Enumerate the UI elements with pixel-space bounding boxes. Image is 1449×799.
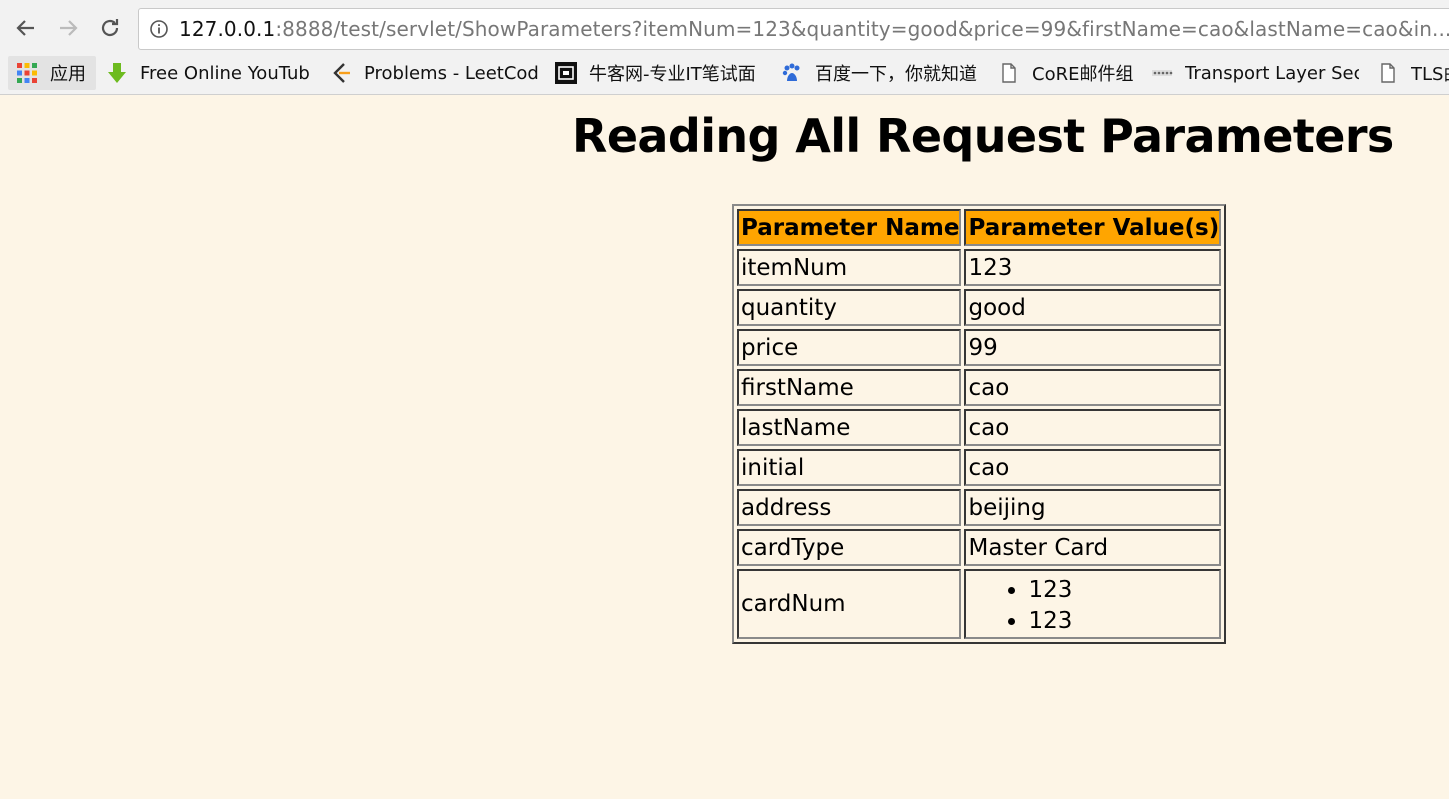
- download-arrow-icon: [106, 62, 128, 84]
- forward-arrow-icon: [60, 20, 78, 36]
- bookmark-baidu[interactable]: 百度一下，你就知道: [781, 56, 983, 90]
- address-bar[interactable]: 127.0.0.1:8888/test/servlet/ShowParamete…: [138, 8, 1449, 50]
- table-header-row: Parameter Name Parameter Value(s): [737, 209, 1222, 246]
- table-row: firstName cao: [737, 369, 1222, 406]
- param-value: Master Card: [964, 529, 1222, 566]
- page-content: Reading All Request Parameters Parameter…: [0, 95, 1449, 799]
- page-title: Reading All Request Parameters: [572, 109, 1394, 163]
- param-value: beijing: [964, 489, 1222, 526]
- bookmark-youtube-download[interactable]: Free Online YouTub: [106, 56, 312, 90]
- bookmark-nowcoder[interactable]: 牛客网-专业IT笔试面: [555, 56, 765, 90]
- bookmark-label: 百度一下，你就知道: [815, 64, 977, 85]
- browser-chrome: 127.0.0.1:8888/test/servlet/ShowParamete…: [0, 0, 1449, 95]
- table-row: cardType Master Card: [737, 529, 1222, 566]
- bookmark-label: 应用: [50, 64, 86, 85]
- bookmark-label: Transport Layer Sec: [1185, 62, 1359, 84]
- dotted-icon: [1151, 62, 1173, 84]
- bookmark-transport-layer[interactable]: Transport Layer Sec: [1151, 56, 1359, 90]
- list-item: 123: [1028, 606, 1219, 637]
- param-value: cao: [964, 409, 1222, 446]
- table-row: price 99: [737, 329, 1222, 366]
- reload-icon: [101, 19, 119, 37]
- bookmark-label: Free Online YouTub: [140, 62, 310, 84]
- table-row: lastName cao: [737, 409, 1222, 446]
- param-name: quantity: [737, 289, 962, 326]
- param-name: initial: [737, 449, 962, 486]
- table-row: quantity good: [737, 289, 1222, 326]
- param-name: address: [737, 489, 962, 526]
- url-host: 127.0.0.1: [179, 17, 276, 41]
- table-row: initial cao: [737, 449, 1222, 486]
- page-icon: [1377, 62, 1399, 84]
- param-value: 123: [964, 249, 1222, 286]
- bookmark-label: 牛客网-专业IT笔试面: [589, 64, 756, 85]
- bookmark-label: CoRE邮件组: [1032, 64, 1134, 85]
- info-icon[interactable]: [149, 19, 169, 39]
- param-value: cao: [964, 369, 1222, 406]
- leetcode-icon: [330, 62, 352, 84]
- bookmark-label: Problems - LeetCod: [364, 62, 538, 84]
- param-name: cardNum: [737, 569, 962, 639]
- param-value: 99: [964, 329, 1222, 366]
- table-row: address beijing: [737, 489, 1222, 526]
- param-value: good: [964, 289, 1222, 326]
- param-value-list-cell: 123 123: [964, 569, 1222, 639]
- list-item: 123: [1028, 575, 1219, 606]
- param-name: cardType: [737, 529, 962, 566]
- bookmark-leetcode[interactable]: Problems - LeetCod: [330, 56, 538, 90]
- apps-grid-icon: [16, 62, 38, 84]
- browser-toolbar: 127.0.0.1:8888/test/servlet/ShowParamete…: [0, 8, 1449, 52]
- table-row: cardNum 123 123: [737, 569, 1222, 639]
- param-value: cao: [964, 449, 1222, 486]
- back-arrow-icon: [16, 20, 34, 36]
- reload-button[interactable]: [96, 14, 124, 42]
- param-name: price: [737, 329, 962, 366]
- param-name: itemNum: [737, 249, 962, 286]
- bookmark-core-mail[interactable]: CoRE邮件组: [998, 56, 1138, 90]
- parameters-table: Parameter Name Parameter Value(s) itemNu…: [732, 204, 1227, 644]
- url-path: :8888/test/servlet/ShowParameters?itemNu…: [275, 17, 1449, 41]
- param-name: lastName: [737, 409, 962, 446]
- param-value-list: 123 123: [968, 575, 1219, 637]
- back-button[interactable]: [12, 14, 40, 42]
- column-header-value: Parameter Value(s): [964, 209, 1222, 246]
- page-icon: [998, 62, 1020, 84]
- forward-button[interactable]: [54, 14, 82, 42]
- param-name: firstName: [737, 369, 962, 406]
- bookmark-label: TLS曲: [1411, 64, 1449, 85]
- bookmark-apps[interactable]: 应用: [8, 56, 96, 90]
- bookmarks-bar: 应用 Free Online YouTub Problems - LeetCod…: [0, 54, 1449, 92]
- nowcoder-icon: [555, 62, 577, 84]
- url-text[interactable]: 127.0.0.1:8888/test/servlet/ShowParamete…: [179, 17, 1449, 41]
- bookmark-tls[interactable]: TLS曲: [1377, 56, 1449, 90]
- column-header-name: Parameter Name: [737, 209, 962, 246]
- baidu-paw-icon: [781, 62, 803, 84]
- table-row: itemNum 123: [737, 249, 1222, 286]
